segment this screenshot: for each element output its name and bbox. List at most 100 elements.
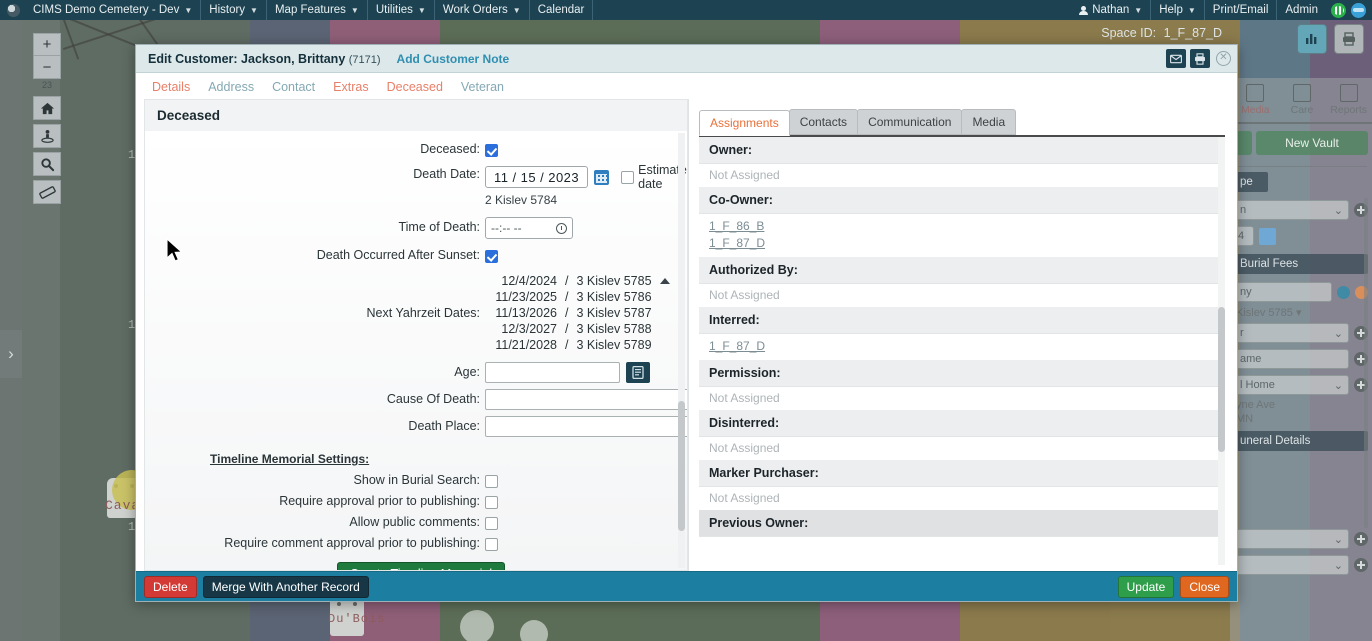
form-scrollbar-thumb[interactable] xyxy=(678,401,685,531)
tab-contact[interactable]: Contact xyxy=(272,80,315,94)
type-chip[interactable]: pe xyxy=(1234,172,1268,192)
nav-brand-selector[interactable]: CIMS Demo Cemetery - Dev ▼ xyxy=(25,0,202,20)
tab-contacts[interactable]: Contacts xyxy=(788,109,859,135)
field-death-date: Death Date: 11 / 15 / 2023 Estimate date… xyxy=(145,160,687,210)
create-timeline-memorial-button[interactable]: Create Timeline Memorial xyxy=(336,562,506,570)
add-customer-note-link[interactable]: Add Customer Note xyxy=(397,52,510,66)
info-icon[interactable] xyxy=(1337,285,1350,299)
zoom-out-button[interactable]: − xyxy=(33,56,61,79)
side-select-1[interactable]: n ⌄ xyxy=(1234,200,1349,220)
assignment-value-co-owner[interactable]: 1_F_86_B 1_F_87_D xyxy=(699,214,1225,257)
chevron-down-icon: ▼ xyxy=(512,5,521,15)
add-icon[interactable] xyxy=(1354,558,1368,572)
delete-button[interactable]: Delete xyxy=(144,575,197,598)
funeral-details-button[interactable]: uneral Details xyxy=(1234,431,1368,451)
side-select-3[interactable]: l Home ⌄ xyxy=(1234,375,1349,395)
co-owner-link-2[interactable]: 1_F_87_D xyxy=(709,235,1215,252)
tab-media[interactable]: Media xyxy=(1232,82,1279,122)
estimate-date-checkbox[interactable] xyxy=(621,170,635,184)
assignment-header-previous-owner: Previous Owner: xyxy=(699,510,1225,537)
nav-item-map-features[interactable]: Map Features ▼ xyxy=(267,0,368,20)
chevron-up-icon[interactable] xyxy=(659,278,670,284)
print-icon[interactable] xyxy=(1190,49,1210,68)
field-require-approval: Require approval prior to publishing: xyxy=(145,491,687,512)
nav-item-history[interactable]: History ▼ xyxy=(201,0,267,20)
field-time-of-death: Time of Death: --:-- -- xyxy=(145,214,687,242)
email-icon[interactable] xyxy=(1166,49,1186,68)
tab-address[interactable]: Address xyxy=(208,80,254,94)
cloud-badge-icon[interactable] xyxy=(1351,2,1366,18)
age-calculator-icon[interactable] xyxy=(626,362,650,383)
burial-fees-button[interactable]: Burial Fees xyxy=(1234,254,1368,274)
dialog-header: Edit Customer: Jackson, Brittany (7171) … xyxy=(136,45,1237,73)
expand-left-panel-handle[interactable]: › xyxy=(0,330,22,378)
update-button[interactable]: Update xyxy=(1117,575,1175,598)
yahrzeit-separator: / xyxy=(565,290,569,304)
side-name-field[interactable]: ny xyxy=(1234,282,1332,302)
age-input[interactable] xyxy=(485,362,620,383)
new-vault-button[interactable]: New Vault xyxy=(1256,131,1368,155)
require-approval-checkbox[interactable] xyxy=(485,496,498,509)
time-of-death-input[interactable]: --:-- -- xyxy=(485,217,573,239)
nav-item-utilities[interactable]: Utilities ▼ xyxy=(368,0,435,20)
co-owner-link-1[interactable]: 1_F_86_B xyxy=(709,218,1215,235)
nav-item-calendar[interactable]: Calendar xyxy=(530,0,594,20)
side-select-5[interactable]: ⌄ xyxy=(1234,555,1349,575)
death-date-input[interactable]: 11 / 15 / 2023 xyxy=(485,166,589,188)
side-select-row: n ⌄ xyxy=(1230,197,1372,223)
assignment-header-authorized-by: Authorized By: xyxy=(699,257,1225,284)
yahrzeit-gregorian: 11/13/2026 xyxy=(495,306,557,320)
print-icon[interactable] xyxy=(1334,24,1364,54)
streetview-person-icon[interactable] xyxy=(33,124,61,148)
assignment-header-marker-purchaser: Marker Purchaser: xyxy=(699,460,1225,487)
death-place-input[interactable] xyxy=(485,416,687,437)
home-icon[interactable] xyxy=(33,96,61,120)
close-icon[interactable]: ✕ xyxy=(1216,51,1231,66)
tab-reports[interactable]: Reports xyxy=(1325,82,1372,122)
nav-user-menu[interactable]: Nathan ▼ xyxy=(1071,0,1152,20)
side-panel-scrollbar[interactable] xyxy=(1364,198,1368,528)
close-button[interactable]: Close xyxy=(1180,575,1229,598)
side-address-line-1: yne Ave xyxy=(1236,399,1275,411)
yahrzeit-gregorian: 12/4/2024 xyxy=(501,274,557,288)
interred-link-1[interactable]: 1_F_87_D xyxy=(709,338,1215,355)
side-name-input[interactable]: ame xyxy=(1234,349,1349,369)
calendar-icon[interactable] xyxy=(594,169,610,185)
search-icon[interactable] xyxy=(33,152,61,176)
tab-extras[interactable]: Extras xyxy=(333,80,368,94)
cause-of-death-input[interactable] xyxy=(485,389,687,410)
yahrzeit-gregorian: 11/23/2025 xyxy=(495,290,557,304)
tab-veteran[interactable]: Veteran xyxy=(461,80,504,94)
tab-media[interactable]: Media xyxy=(961,109,1017,135)
tab-care[interactable]: Care xyxy=(1279,82,1326,122)
assignments-scrollbar-thumb[interactable] xyxy=(1218,307,1225,452)
nav-print-email[interactable]: Print/Email xyxy=(1205,0,1278,20)
side-select-4[interactable]: ⌄ xyxy=(1234,529,1349,549)
add-icon[interactable] xyxy=(1354,532,1368,546)
allow-public-comments-checkbox[interactable] xyxy=(485,517,498,530)
tab-assignments[interactable]: Assignments xyxy=(699,110,790,136)
chevron-down-icon: ▼ xyxy=(350,5,359,15)
calendar-icon[interactable] xyxy=(1259,227,1276,245)
assignment-value-interred[interactable]: 1_F_87_D xyxy=(699,334,1225,360)
yahrzeit-hebrew: 3 Kislev 5788 xyxy=(576,322,652,336)
nav-item-work-orders[interactable]: Work Orders ▼ xyxy=(435,0,530,20)
nav-admin[interactable]: Admin xyxy=(1277,0,1326,20)
integration-badge-icon[interactable] xyxy=(1331,2,1346,18)
show-in-burial-search-checkbox[interactable] xyxy=(485,475,498,488)
deceased-checkbox[interactable] xyxy=(485,144,498,157)
tab-details[interactable]: Details xyxy=(152,80,190,94)
side-select-2[interactable]: r ⌄ xyxy=(1234,323,1349,343)
zoom-in-button[interactable]: + xyxy=(33,33,61,56)
nav-help-menu[interactable]: Help ▼ xyxy=(1151,0,1205,20)
after-sunset-checkbox[interactable] xyxy=(485,250,498,263)
measure-ruler-icon[interactable] xyxy=(33,180,61,204)
require-comment-approval-checkbox[interactable] xyxy=(485,538,498,551)
label-death-place: Death Place: xyxy=(408,419,480,433)
merge-record-button[interactable]: Merge With Another Record xyxy=(202,575,369,598)
tab-deceased[interactable]: Deceased xyxy=(387,80,443,94)
map-layers-icon[interactable] xyxy=(1297,24,1327,54)
side-hebrew-date[interactable]: Kislev 5785 ▾ xyxy=(1230,305,1372,320)
clock-icon[interactable] xyxy=(556,222,567,234)
tab-communication[interactable]: Communication xyxy=(857,109,963,135)
